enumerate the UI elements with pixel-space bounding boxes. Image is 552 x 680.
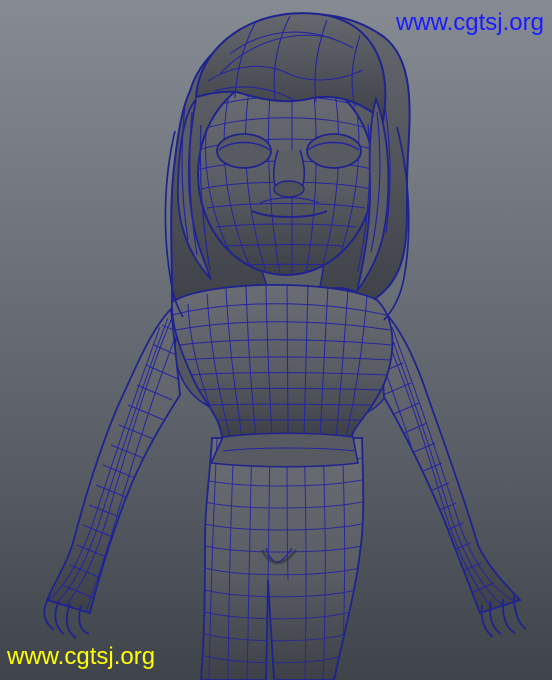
left-arm bbox=[43, 307, 181, 639]
legs bbox=[200, 437, 365, 680]
girl-character-model[interactable] bbox=[0, 0, 552, 680]
maya-viewport[interactable]: www.cgtsj.org www.cgtsj.org bbox=[0, 0, 552, 680]
watermark-bottom: www.cgtsj.org bbox=[7, 643, 156, 670]
watermark-top: www.cgtsj.org bbox=[395, 9, 544, 36]
